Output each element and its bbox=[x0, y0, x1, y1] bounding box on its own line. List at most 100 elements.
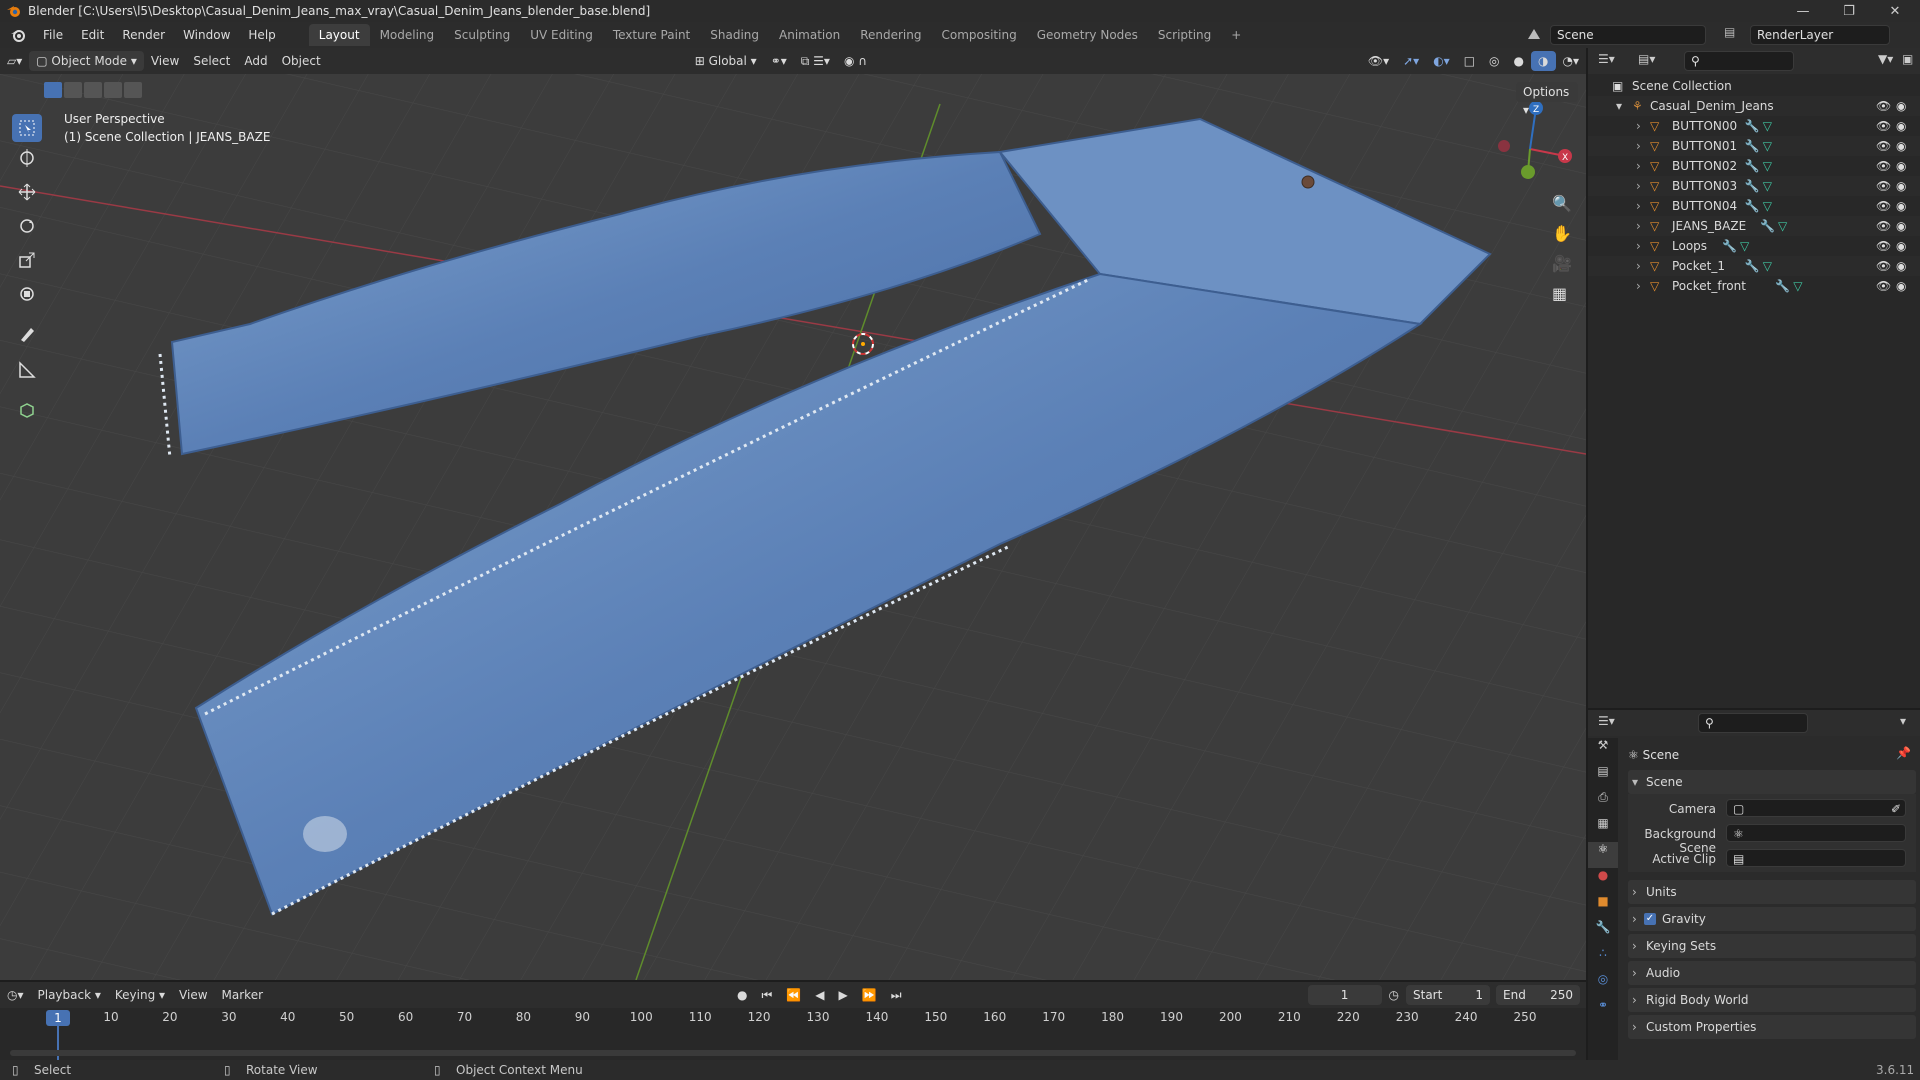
camera-icon[interactable]: ◉ bbox=[1896, 216, 1906, 236]
tab-uv-editing[interactable]: UV Editing bbox=[520, 24, 603, 46]
modifier-wrench-icon[interactable]: 🔧 bbox=[1760, 216, 1775, 236]
view-layer-field[interactable]: RenderLayer bbox=[1750, 25, 1890, 45]
tab-shading[interactable]: Shading bbox=[700, 24, 769, 46]
snap-icon[interactable]: ⧉ ☰▾ bbox=[794, 51, 837, 71]
eye-icon[interactable]: 👁 bbox=[1876, 176, 1891, 196]
visibility-icon[interactable]: 👁▾ bbox=[1361, 51, 1396, 71]
outliner-object-row[interactable]: › ▽ BUTTON00 🔧 ▽ 👁 ◉ bbox=[1588, 116, 1920, 136]
constraints-tab-icon[interactable]: ⚭ bbox=[1588, 998, 1618, 1024]
chevron-right-icon[interactable]: › bbox=[1636, 116, 1641, 136]
eye-icon[interactable]: 👁 bbox=[1876, 276, 1891, 296]
menu-marker[interactable]: Marker bbox=[215, 985, 270, 1005]
camera-icon[interactable]: ◉ bbox=[1896, 136, 1906, 156]
modifier-wrench-icon[interactable]: 🔧 bbox=[1745, 256, 1760, 276]
minimize-button[interactable]: — bbox=[1780, 0, 1826, 22]
shading-solid-icon[interactable]: ● bbox=[1507, 51, 1531, 71]
mesh-data-icon[interactable]: ▽ bbox=[1763, 136, 1772, 156]
camera-icon[interactable]: ◉ bbox=[1896, 116, 1906, 136]
camera-icon[interactable]: ◉ bbox=[1896, 236, 1906, 256]
modifier-wrench-icon[interactable]: 🔧 bbox=[1745, 156, 1760, 176]
filter-icon[interactable]: ▼▾ bbox=[1878, 52, 1893, 66]
particles-tab-icon[interactable]: ∴ bbox=[1588, 946, 1618, 972]
current-frame-field[interactable]: 1 bbox=[1307, 985, 1382, 1005]
timeline-scrollbar[interactable] bbox=[10, 1050, 1576, 1056]
modifier-wrench-icon[interactable]: 🔧 bbox=[1745, 196, 1760, 216]
scale-tool-icon[interactable] bbox=[12, 246, 42, 274]
menu-add[interactable]: Add bbox=[237, 51, 274, 71]
preview-range-icon[interactable]: ◷ bbox=[1382, 985, 1406, 1005]
add-cube-tool-icon[interactable] bbox=[12, 396, 42, 424]
shading-rendered-icon[interactable]: ◔▾ bbox=[1556, 51, 1587, 71]
outliner-search-input[interactable]: ⚲ bbox=[1684, 51, 1794, 71]
jump-end-icon[interactable]: ⏭ bbox=[884, 985, 909, 1005]
xray-toggle-icon[interactable]: □ bbox=[1457, 51, 1482, 71]
mesh-data-icon[interactable]: ▽ bbox=[1763, 176, 1772, 196]
measure-tool-icon[interactable] bbox=[12, 356, 42, 384]
scene-field[interactable]: Scene bbox=[1550, 25, 1706, 45]
scene-section-header[interactable]: ▾ Scene bbox=[1628, 770, 1916, 794]
zoom-icon[interactable]: 🔍 bbox=[1552, 194, 1572, 213]
jump-start-icon[interactable]: ⏮ bbox=[755, 985, 780, 1005]
chevron-right-icon[interactable]: › bbox=[1636, 196, 1641, 216]
3d-viewport[interactable]: X Z User Perspective (1) Scene Collectio… bbox=[0, 74, 1586, 980]
object-tab-icon[interactable]: ■ bbox=[1588, 894, 1618, 920]
properties-editor-type-icon[interactable]: ☰▾ bbox=[1598, 714, 1615, 728]
gravity-panel[interactable]: › ✓ Gravity bbox=[1628, 907, 1916, 931]
playhead-handle[interactable]: 1 bbox=[46, 1010, 70, 1026]
audio-panel[interactable]: › Audio bbox=[1628, 961, 1916, 985]
camera-icon[interactable]: ◉ bbox=[1896, 176, 1906, 196]
tab-texture-paint[interactable]: Texture Paint bbox=[603, 24, 700, 46]
custom-properties-panel[interactable]: › Custom Properties bbox=[1628, 1015, 1916, 1039]
view-layer-icon[interactable]: ▤ bbox=[1724, 25, 1744, 45]
tab-modeling[interactable]: Modeling bbox=[370, 24, 445, 46]
camera-view-icon[interactable]: 🎥 bbox=[1552, 254, 1572, 273]
pin-icon[interactable]: 📌 bbox=[1896, 746, 1911, 760]
tab-rendering[interactable]: Rendering bbox=[850, 24, 931, 46]
menu-object[interactable]: Object bbox=[275, 51, 328, 71]
tool-tab-icon[interactable]: ⚒ bbox=[1588, 738, 1618, 764]
shading-material-icon[interactable]: ◑ bbox=[1531, 51, 1556, 71]
select-new-icon[interactable] bbox=[44, 82, 62, 98]
modifier-wrench-icon[interactable]: 🔧 bbox=[1745, 136, 1760, 156]
shading-wireframe-icon[interactable]: ◎ bbox=[1482, 51, 1506, 71]
select-intersect-icon[interactable] bbox=[124, 82, 142, 98]
tab-scripting[interactable]: Scripting bbox=[1148, 24, 1221, 46]
menu-timeline-view[interactable]: View bbox=[172, 985, 214, 1005]
menu-playback[interactable]: Playback ▾ bbox=[31, 985, 108, 1005]
mesh-data-icon[interactable]: ▽ bbox=[1763, 116, 1772, 136]
tab-sculpting[interactable]: Sculpting bbox=[444, 24, 520, 46]
modifier-wrench-icon[interactable]: 🔧 bbox=[1722, 236, 1737, 256]
options-dropdown[interactable]: Options ▾ bbox=[1516, 82, 1578, 117]
start-frame-field[interactable]: Start 1 bbox=[1406, 985, 1490, 1005]
eye-icon[interactable]: 👁 bbox=[1876, 116, 1891, 136]
new-collection-icon[interactable]: ▣ bbox=[1902, 52, 1913, 66]
eye-icon[interactable]: 👁 bbox=[1876, 96, 1891, 116]
modifier-wrench-icon[interactable]: 🔧 bbox=[1745, 116, 1760, 136]
blender-menu-icon[interactable] bbox=[10, 28, 26, 42]
select-box-tool-icon[interactable] bbox=[12, 114, 42, 142]
prev-keyframe-icon[interactable]: ⏪ bbox=[779, 985, 808, 1005]
viewport-scene[interactable]: X Z bbox=[0, 74, 1586, 980]
chevron-right-icon[interactable]: › bbox=[1636, 156, 1641, 176]
menu-view[interactable]: View bbox=[144, 51, 186, 71]
modifier-tab-icon[interactable]: 🔧 bbox=[1588, 920, 1618, 946]
scene-tab-icon[interactable]: ⚛ bbox=[1588, 842, 1618, 868]
camera-icon[interactable]: ◉ bbox=[1896, 96, 1906, 116]
pan-hand-icon[interactable]: ✋ bbox=[1552, 224, 1572, 243]
tab-geometry-nodes[interactable]: Geometry Nodes bbox=[1027, 24, 1148, 46]
tab-compositing[interactable]: Compositing bbox=[931, 24, 1026, 46]
view-layer-tab-icon[interactable]: ▦ bbox=[1588, 816, 1618, 842]
play-icon[interactable]: ▶ bbox=[832, 985, 855, 1005]
camera-icon[interactable]: ◉ bbox=[1896, 196, 1906, 216]
modifier-wrench-icon[interactable]: 🔧 bbox=[1775, 276, 1790, 296]
mesh-data-icon[interactable]: ▽ bbox=[1740, 236, 1749, 256]
camera-field[interactable]: ▢ ✐ bbox=[1726, 799, 1906, 817]
select-invert-icon[interactable] bbox=[104, 82, 122, 98]
scene-collection-row[interactable]: ▣ Scene Collection bbox=[1588, 76, 1920, 96]
editor-type-icon[interactable]: ▱▾ bbox=[0, 51, 29, 71]
transform-tool-icon[interactable] bbox=[12, 280, 42, 308]
eye-icon[interactable]: 👁 bbox=[1876, 136, 1891, 156]
menu-keying[interactable]: Keying ▾ bbox=[108, 985, 172, 1005]
pivot-point-icon[interactable]: ⚭▾ bbox=[764, 51, 794, 71]
timeline-editor-type-icon[interactable]: ◷▾ bbox=[0, 985, 31, 1005]
